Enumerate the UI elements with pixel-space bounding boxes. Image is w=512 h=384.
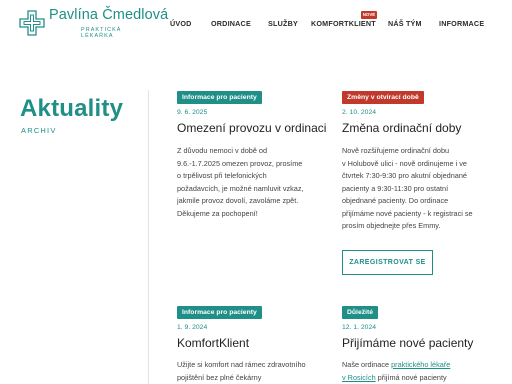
news-date: 9. 6. 2025	[177, 109, 208, 116]
nav-item-komfortklient[interactable]: KomfortKlient	[311, 19, 376, 28]
news-body-line: objednané pacienty. Do ordinace	[342, 196, 449, 205]
news-body-line: v Holubově ulici - nově ordinujeme i ve	[342, 158, 467, 168]
nav-item-sluzby[interactable]: Služby	[268, 19, 298, 28]
news-date: 1. 9. 2024	[177, 324, 208, 331]
news-title[interactable]: Přijímáme nové pacienty	[342, 336, 473, 350]
news-body-line: požadavcích, je možné namluvit vzkaz,	[177, 183, 304, 193]
news-body-line: o trpělivost při telefonických	[177, 171, 267, 180]
site-header: Pavlína Čmedlová Praktická lékařka Úvod …	[0, 0, 512, 46]
brand-subtitle-line2: lékařka	[81, 33, 114, 40]
news-body: Z důvodu nemoci v době od 9.6.-1.7.2025 …	[177, 145, 332, 220]
news-title[interactable]: Omezení provozu v ordinaci	[177, 121, 326, 135]
news-body-line: Naše ordinace praktického lékaře	[342, 359, 507, 372]
nav-item-nas-tym[interactable]: Náš tým	[388, 19, 422, 28]
archive-link[interactable]: Archiv	[21, 126, 57, 135]
news-body-line: pacienty a 9:30-11:30 pro ostatní	[342, 183, 449, 193]
news-body: Užijte si komfort nad rámec zdravotního …	[177, 359, 337, 384]
news-body-line: pojištění bez plné čekárny	[177, 372, 262, 382]
news-body-line: přijímáme nové pacienty - k registraci s…	[342, 208, 473, 218]
news-body-text: Naše ordinace	[342, 360, 392, 369]
category-badge[interactable]: Důležité	[342, 306, 379, 319]
news-title[interactable]: KomfortKlient	[177, 336, 249, 350]
news-body-line: Děkujeme za pochopení!	[177, 208, 258, 218]
news-date: 2. 10. 2024	[342, 109, 377, 116]
news-body-text: přijímá nové pacienty	[375, 372, 447, 382]
news-body-line: Nově rozšiřujeme ordinační dobu	[342, 146, 450, 155]
news-body-line: prosím objednejte přes Emmy.	[342, 221, 441, 230]
news-body-line: jakmile provoz dovolí, zavoláme zpět.	[177, 196, 299, 205]
category-badge[interactable]: Změny v otvírací době	[342, 91, 424, 104]
news-body-line: v Rosicích přijímá nové pacienty	[342, 372, 507, 384]
nav-item-uvod[interactable]: Úvod	[170, 19, 192, 28]
category-badge[interactable]: Informace pro pacienty	[177, 306, 262, 319]
news-body-line: 9.6.-1.7.2025 omezen provoz, prosíme	[177, 158, 303, 168]
category-badge[interactable]: Informace pro pacienty	[177, 91, 262, 104]
main-nav: Úvod Ordinace Služby KomfortKlient Náš t…	[0, 19, 512, 29]
nav-item-ordinace[interactable]: Ordinace	[211, 19, 251, 28]
page-title: Aktuality	[20, 95, 124, 122]
column-divider	[148, 90, 149, 384]
news-body-line: čtvrtek 7:30-9:30 pro akutní objednané	[342, 171, 467, 180]
general-practitioner-link[interactable]: praktického lékaře	[391, 360, 450, 369]
register-button[interactable]: Zaregistrovat se	[342, 250, 433, 275]
news-title[interactable]: Změna ordinační doby	[342, 121, 461, 135]
rosice-link[interactable]: v Rosicích	[342, 373, 376, 382]
nav-item-informace[interactable]: Informace	[439, 19, 484, 28]
news-date: 12. 1. 2024	[342, 324, 377, 331]
news-body: Nově rozšiřujeme ordinační dobu v Holubo…	[342, 145, 502, 233]
news-body-line: Z důvodu nemoci v době od	[177, 146, 268, 155]
new-badge: Nové	[361, 11, 377, 19]
news-body-line: Užijte si komfort nad rámec zdravotního	[177, 360, 306, 369]
news-body: Naše ordinace praktického lékaře v Rosic…	[342, 359, 507, 384]
